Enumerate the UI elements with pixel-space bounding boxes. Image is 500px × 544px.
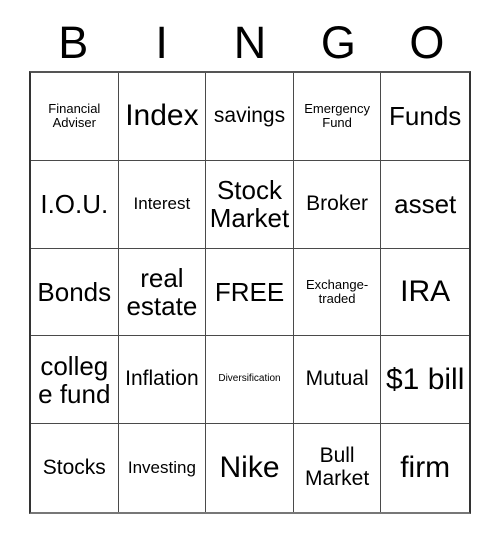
bingo-cell-label: Investing (127, 457, 196, 477)
bingo-cell-label: FREE (214, 276, 285, 307)
bingo-cell[interactable]: Emergency Fund (293, 73, 382, 161)
bingo-cell[interactable]: Investing (118, 424, 207, 512)
bingo-header-letter-o: O (409, 17, 445, 68)
bingo-cell-label: I.O.U. (40, 189, 109, 220)
bingo-cell-label: Stock Market (209, 175, 290, 234)
bingo-cell[interactable]: college fund (31, 336, 119, 425)
bingo-header-letter-g: G (320, 17, 356, 68)
bingo-cell[interactable]: Inflation (118, 336, 207, 425)
bingo-cell-label: asset (394, 189, 457, 220)
bingo-cell-label: Bonds (37, 276, 112, 307)
bingo-cell-free[interactable]: FREE (206, 248, 294, 337)
bingo-cell-label: Nike (219, 450, 280, 484)
bingo-cell-label: Mutual (305, 367, 369, 391)
bingo-cell[interactable]: IRA (381, 248, 469, 337)
bingo-cell-label: Bull Market (305, 444, 370, 491)
bingo-cell[interactable]: Diversification (206, 336, 294, 425)
bingo-card: B I N G O Financial Adviser Index savings E… (0, 0, 500, 544)
bingo-cell-label: Interest (133, 194, 191, 214)
bingo-cell[interactable]: $1 bill (381, 336, 469, 425)
bingo-cell[interactable]: real estate (118, 248, 207, 337)
bingo-cell[interactable]: I.O.U. (31, 160, 119, 249)
bingo-cell-label: Emergency Fund (304, 101, 370, 131)
bingo-cell-label: Index (125, 99, 199, 133)
bingo-cell-label: Exchange-traded (306, 276, 369, 306)
bingo-cell[interactable]: Nike (206, 424, 294, 512)
bingo-cell-label: Diversification (218, 373, 281, 385)
bingo-cell[interactable]: Bull Market (293, 424, 382, 512)
bingo-cell[interactable]: Broker (293, 160, 382, 249)
bingo-cell-label: Financial Adviser (48, 101, 101, 131)
bingo-cell[interactable]: Mutual (293, 336, 382, 425)
bingo-header-letter-n: N (233, 17, 267, 68)
bingo-cell[interactable]: savings (206, 73, 294, 161)
bingo-cell-label: firm (400, 450, 451, 484)
bingo-cell[interactable]: Bonds (31, 248, 119, 337)
bingo-cell[interactable]: firm (381, 424, 469, 512)
bingo-cell[interactable]: Funds (381, 73, 469, 161)
bingo-cell-label: college fund (38, 350, 111, 409)
bingo-cell[interactable]: Index (118, 73, 207, 161)
bingo-cell-label: Funds (389, 101, 462, 132)
bingo-header-row: B I N G O (29, 14, 471, 71)
bingo-cell[interactable]: Interest (118, 160, 207, 249)
bingo-cell-label: Broker (306, 191, 369, 215)
bingo-cell-label: Inflation (125, 367, 199, 391)
bingo-cell[interactable]: asset (381, 160, 469, 249)
bingo-cell[interactable]: Exchange-traded (293, 248, 382, 337)
bingo-header-letter-b: B (58, 17, 89, 68)
bingo-cell[interactable]: Stocks (31, 424, 119, 512)
bingo-grid: Financial Adviser Index savings Emergency F… (29, 71, 471, 514)
bingo-cell-label: $1 bill (385, 362, 465, 396)
bingo-cell[interactable]: Financial Adviser (31, 73, 119, 161)
bingo-cell-label: Stocks (42, 455, 106, 479)
bingo-cell-label: real estate (126, 262, 198, 321)
bingo-header-letter-i: I (155, 17, 168, 68)
bingo-cell[interactable]: Stock Market (206, 160, 294, 249)
bingo-cell-label: savings (213, 104, 286, 128)
bingo-cell-label: IRA (400, 274, 451, 308)
